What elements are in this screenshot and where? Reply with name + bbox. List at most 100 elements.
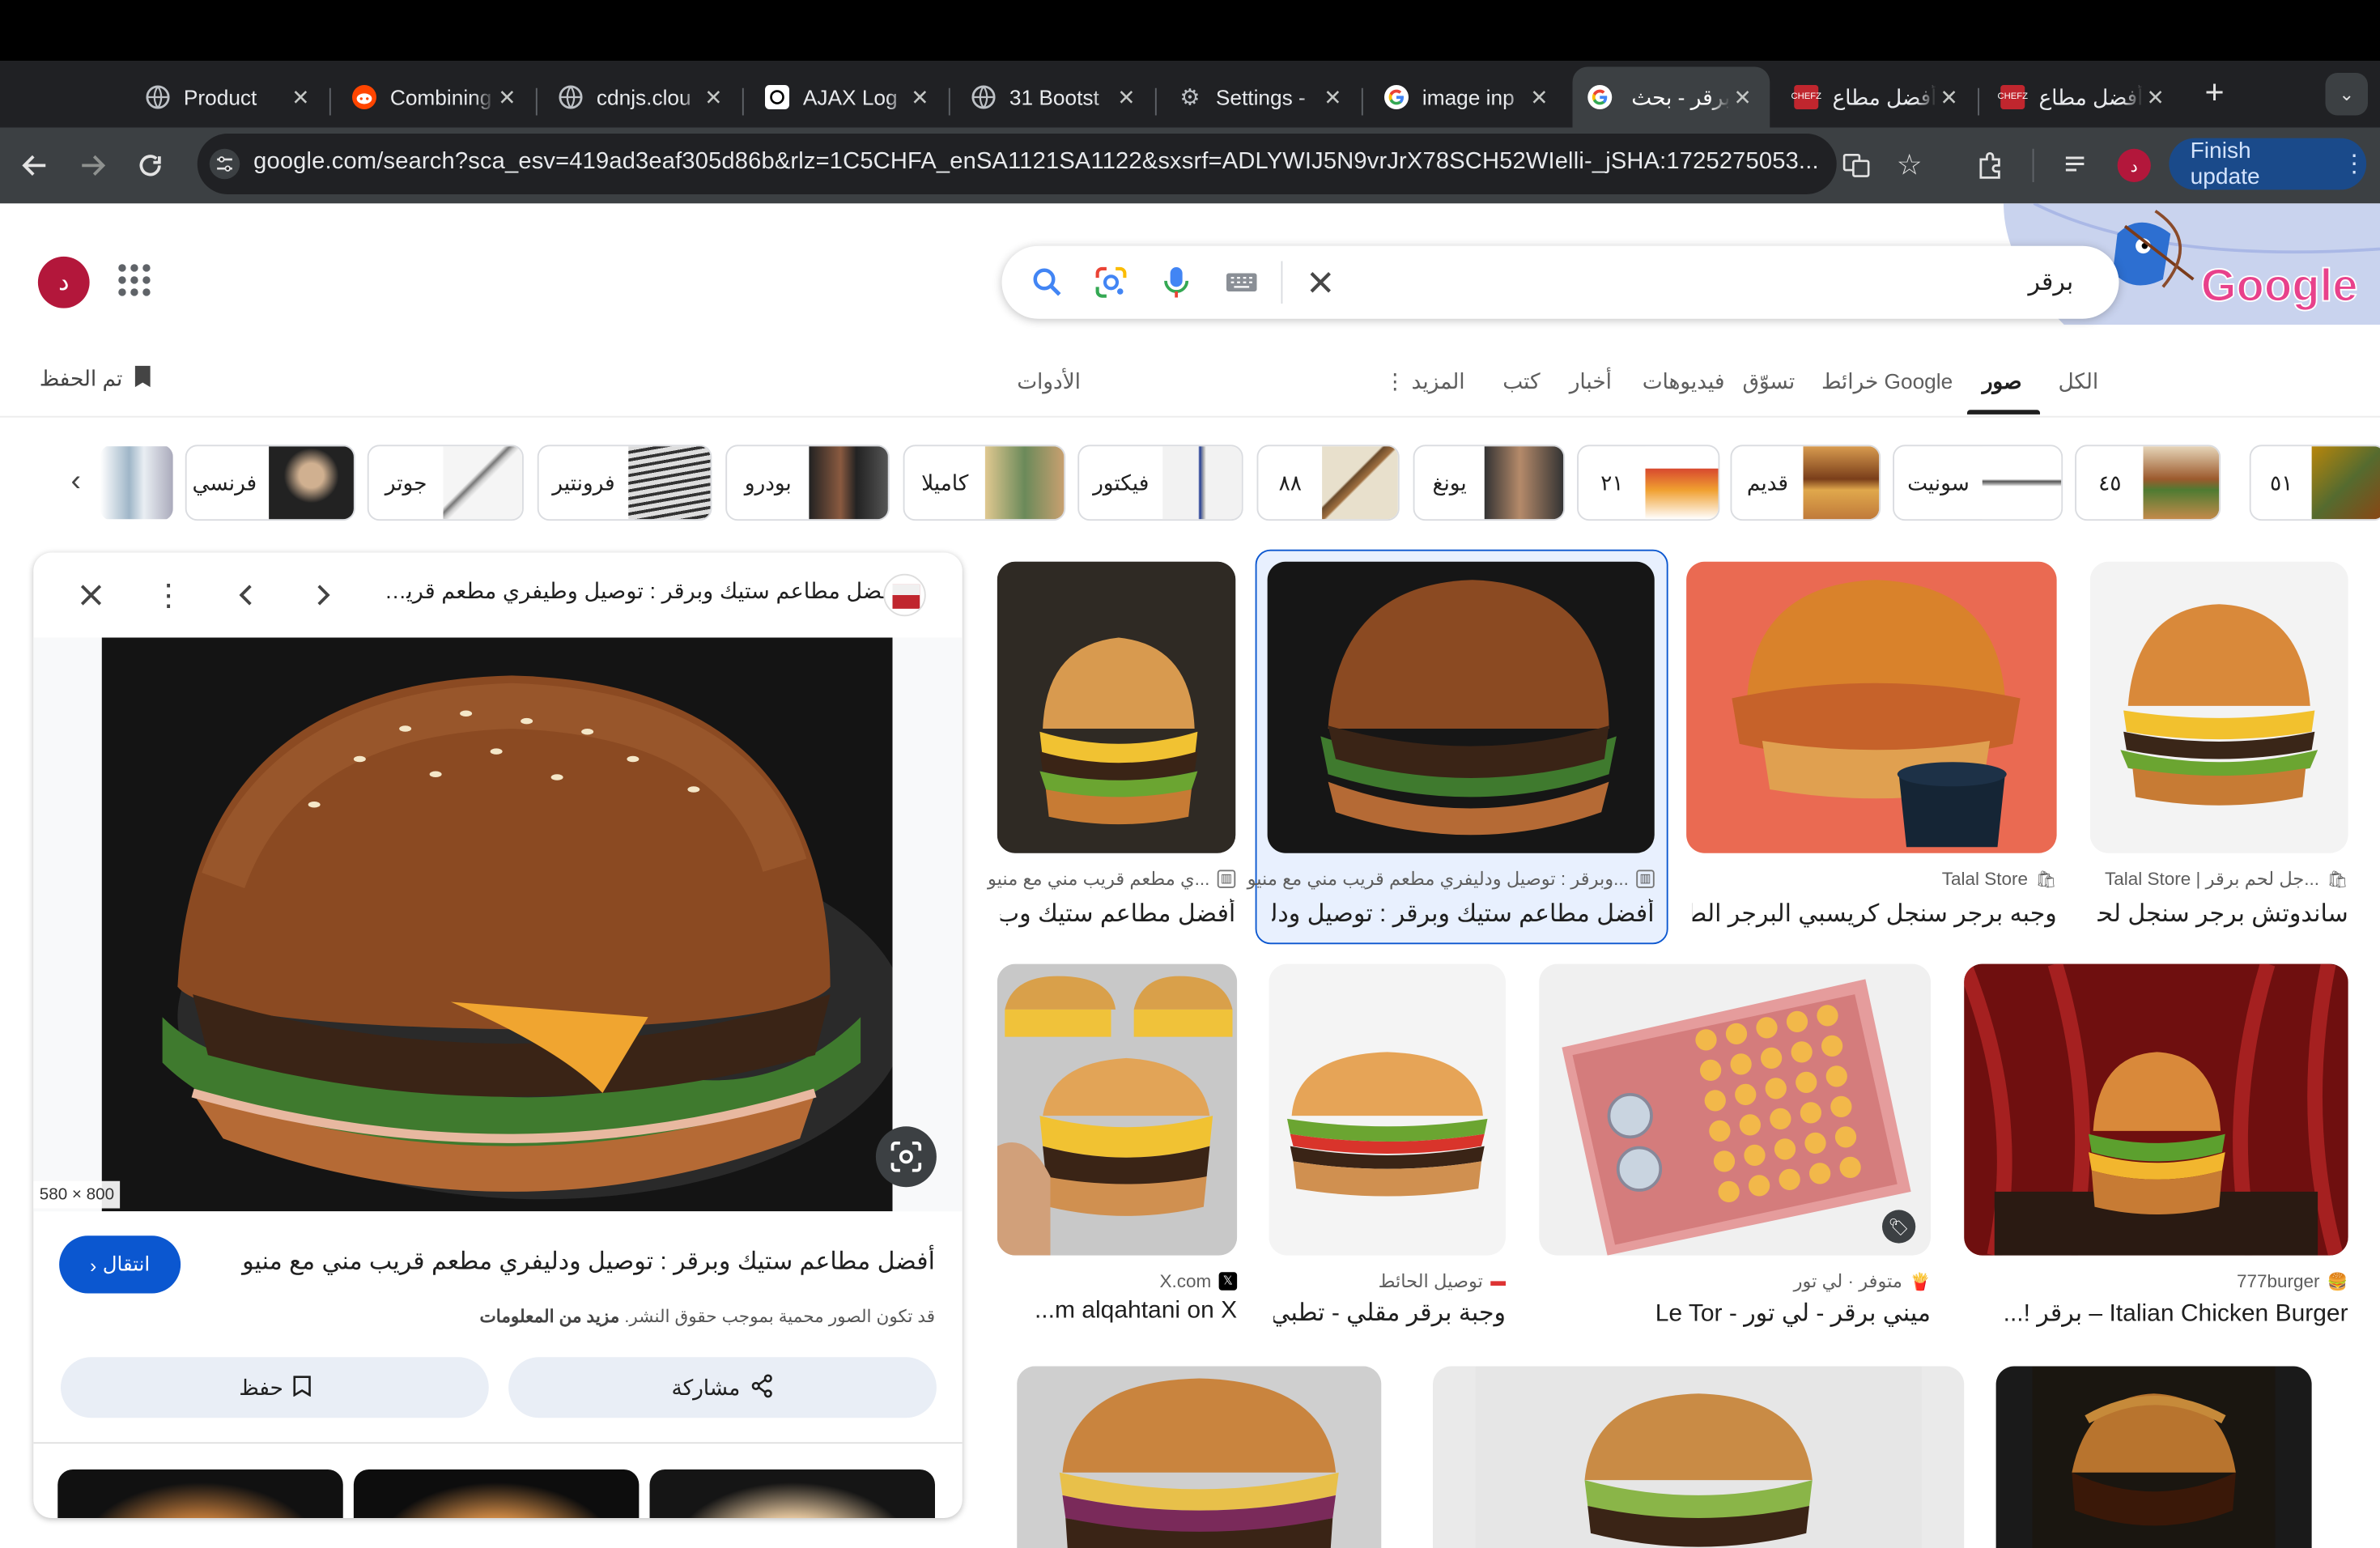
filter-chip[interactable]: فرنسي: [185, 444, 355, 521]
close-tab-icon[interactable]: ✕: [288, 84, 312, 110]
result-image[interactable]: [997, 561, 1236, 853]
browser-tab[interactable]: AJAX Log ✕: [750, 67, 947, 128]
filter-chip[interactable]: [100, 444, 173, 521]
filter-chip[interactable]: ٢١: [1577, 444, 1720, 521]
filter-chip[interactable]: قديم: [1730, 444, 1881, 521]
tools-button[interactable]: الأدوات: [1017, 369, 1081, 395]
site-info-icon[interactable]: [209, 148, 240, 180]
image-result[interactable]: [1433, 1366, 1965, 1548]
close-icon[interactable]: [73, 577, 109, 614]
browser-tab[interactable]: CHEFZ أفضل مطاع ✕: [1779, 67, 1977, 128]
related-image[interactable]: [649, 1469, 935, 1518]
tab-shopping[interactable]: تسوّق: [1743, 369, 1796, 395]
result-image[interactable]: [1433, 1366, 1965, 1548]
chips-prev-button[interactable]: ‹: [55, 460, 98, 503]
image-result[interactable]: ▬ توصيل الحائط وجبة برقر مقلي - تطبي...: [1269, 963, 1506, 1336]
filter-chip[interactable]: ٨٨: [1256, 444, 1400, 521]
image-result-selected[interactable]: ▥ ...وبرقر : توصيل ودليفري مطعم قريب مني …: [1247, 561, 1655, 928]
result-image[interactable]: [1964, 963, 2348, 1256]
google-lens-icon[interactable]: [1093, 264, 1129, 300]
close-tab-icon[interactable]: ✕: [1114, 84, 1138, 110]
preview-image[interactable]: [101, 637, 893, 1212]
close-tab-icon[interactable]: ✕: [1731, 84, 1755, 110]
result-image[interactable]: [1269, 963, 1506, 1256]
filter-chip[interactable]: جوتر: [367, 444, 524, 521]
result-image[interactable]: [2089, 561, 2348, 853]
tab-videos[interactable]: فيديوهات: [1643, 369, 1725, 395]
reload-button[interactable]: [130, 146, 170, 185]
next-image-icon[interactable]: [305, 577, 342, 614]
more-vert-icon[interactable]: ⋮: [151, 577, 187, 614]
learn-more-link[interactable]: مزيد من المعلومات: [479, 1308, 619, 1327]
image-result[interactable]: 🏷 🍟 متوفر · لي تور ميني برقر - لي تور - L…: [1539, 963, 1931, 1336]
image-result[interactable]: 🛍 ...جل لحم برقر | Talal Store ساندوتش بر…: [2089, 561, 2348, 928]
tab-maps[interactable]: خرائط Google: [1821, 369, 1953, 395]
save-button[interactable]: حفظ: [61, 1357, 489, 1418]
image-result[interactable]: [1995, 1366, 2312, 1548]
extensions-icon[interactable]: [1970, 146, 2010, 185]
result-image[interactable]: [997, 963, 1238, 1256]
image-result[interactable]: [1017, 1366, 1382, 1548]
related-image[interactable]: [57, 1469, 343, 1518]
filter-chip[interactable]: سونيت: [1893, 444, 2063, 521]
close-tab-icon[interactable]: ✕: [1320, 84, 1345, 110]
filter-chip[interactable]: ٤٥: [2075, 444, 2221, 521]
filter-chip[interactable]: فيكتور: [1077, 444, 1243, 521]
back-button[interactable]: [15, 146, 55, 185]
viewer-title[interactable]: أفضل مطاعم ستيك وبرقر : توصيل وطيفري مطع…: [383, 580, 899, 604]
result-image[interactable]: [1686, 561, 2057, 853]
share-button[interactable]: مشاركة: [508, 1357, 937, 1418]
search-icon[interactable]: [1029, 264, 1065, 300]
browser-tab[interactable]: CHEFZ أفضل مطاع ✕: [1986, 67, 2183, 128]
tab-books[interactable]: كتب: [1502, 369, 1540, 395]
tab-search-button[interactable]: ⌄: [2325, 73, 2368, 116]
search-input[interactable]: برقر: [2028, 267, 2073, 298]
image-result[interactable]: ▥ ...ي مطعم قريب مني مع منيو أفضل مطاعم س…: [988, 561, 1236, 928]
image-result[interactable]: 𝕏 X.com m alqahtani on X...: [997, 963, 1238, 1336]
related-image[interactable]: [353, 1469, 640, 1518]
forward-button[interactable]: [73, 146, 113, 185]
tab-news[interactable]: أخبار: [1570, 369, 1612, 395]
close-tab-icon[interactable]: ✕: [495, 84, 519, 110]
keyboard-icon[interactable]: [1223, 264, 1260, 300]
browser-tab[interactable]: Combining ✕: [337, 67, 534, 128]
image-result[interactable]: 🍔 777burger Italian Chicken Burger – برقر…: [1964, 963, 2348, 1336]
browser-tab[interactable]: 31 Bootst ✕: [956, 67, 1154, 128]
new-tab-button[interactable]: +: [2195, 73, 2234, 113]
search-box[interactable]: برقر: [1001, 245, 2119, 319]
apps-grid-icon[interactable]: [118, 264, 151, 297]
filter-chip[interactable]: كاميلا: [903, 444, 1066, 521]
microphone-icon[interactable]: [1158, 264, 1195, 300]
clear-search-icon[interactable]: [1303, 264, 1339, 300]
browser-tab[interactable]: ⚙ Settings - ✕: [1162, 67, 1360, 128]
account-avatar[interactable]: د: [37, 256, 90, 308]
profile-avatar[interactable]: د: [2117, 148, 2151, 182]
browser-tab[interactable]: Product ✕: [130, 67, 328, 128]
preview-caption[interactable]: أفضل مطاعم ستيك وبرقر : توصيل ودليفري مط…: [222, 1246, 935, 1277]
visit-button[interactable]: انتقال ‹: [59, 1235, 181, 1294]
bookmark-star-icon[interactable]: ☆: [1889, 146, 1929, 185]
result-image[interactable]: [1995, 1366, 2312, 1548]
prev-image-icon[interactable]: [227, 577, 264, 614]
filter-chip[interactable]: بودرو: [725, 444, 890, 521]
browser-tab[interactable]: cdnjs.clou ✕: [543, 67, 741, 128]
result-image[interactable]: [1267, 561, 1655, 853]
finish-update-button[interactable]: Finish update ⋮: [2169, 138, 2367, 190]
saved-link[interactable]: تم الحفظ: [40, 364, 153, 393]
filter-chip[interactable]: ٥١: [2249, 444, 2380, 521]
filter-chip[interactable]: يونغ: [1413, 444, 1566, 521]
close-tab-icon[interactable]: ✕: [701, 84, 725, 110]
close-tab-icon[interactable]: ✕: [1937, 84, 1961, 110]
product-tag-icon[interactable]: 🏷: [1882, 1210, 1916, 1244]
result-image[interactable]: [1017, 1366, 1382, 1548]
translate-icon[interactable]: [1837, 146, 1876, 185]
result-image[interactable]: 🏷: [1539, 963, 1931, 1256]
filter-chip[interactable]: فرونتير: [537, 444, 712, 521]
close-tab-icon[interactable]: ✕: [2144, 84, 2168, 110]
tab-all[interactable]: الكل: [2059, 369, 2099, 395]
address-bar[interactable]: google.com/search?sca_esv=419ad3eaf305d8…: [197, 134, 1837, 194]
tab-images[interactable]: صور: [1983, 369, 2022, 395]
close-tab-icon[interactable]: ✕: [1527, 84, 1551, 110]
browser-tab-active[interactable]: برقر - بحث ✕: [1572, 66, 1770, 128]
tab-more[interactable]: ⋮ المزيد: [1384, 369, 1465, 395]
